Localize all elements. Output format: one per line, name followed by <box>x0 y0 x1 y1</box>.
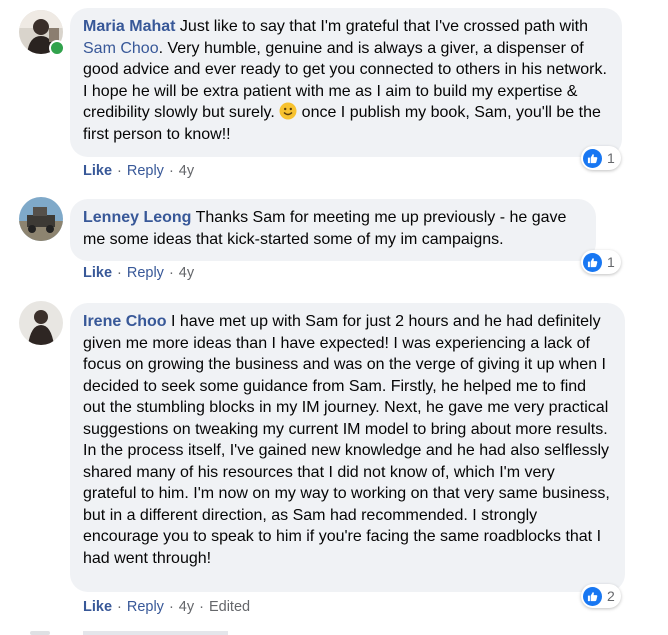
like-button[interactable]: Like <box>83 599 112 615</box>
next-comment-bubble-edge <box>83 631 228 635</box>
comment-actions: Like · Reply · 4y · Edited <box>83 599 250 615</box>
comment-author[interactable]: Maria Mahat <box>83 18 175 35</box>
reply-button[interactable]: Reply <box>127 265 164 281</box>
comment-bubble: Maria Mahat Just like to say that I'm gr… <box>70 8 622 157</box>
comment-author[interactable]: Lenney Leong <box>83 209 191 226</box>
timestamp[interactable]: 4y <box>179 599 194 615</box>
avatar[interactable] <box>19 301 63 345</box>
comment-author[interactable]: Irene Choo <box>83 313 167 330</box>
separator: · <box>168 265 174 281</box>
avatar[interactable] <box>19 197 63 241</box>
reply-button[interactable]: Reply <box>127 599 164 615</box>
comment-text: Just like to say that I'm grateful that … <box>179 18 588 35</box>
like-button[interactable]: Like <box>83 265 112 281</box>
separator: · <box>117 599 122 615</box>
smiley-emoji-icon <box>279 102 297 120</box>
reaction-count[interactable]: 2 <box>581 584 621 608</box>
edited-label[interactable]: Edited <box>209 599 250 615</box>
reply-button[interactable]: Reply <box>127 163 164 179</box>
separator: · <box>117 163 122 179</box>
comment-bubble: Irene Choo I have met up with Sam for ju… <box>70 303 625 592</box>
like-button[interactable]: Like <box>83 163 112 179</box>
separator: · <box>168 163 174 179</box>
online-status-indicator <box>49 40 65 56</box>
separator: · <box>168 599 174 615</box>
reaction-count-number: 1 <box>607 150 615 166</box>
comment-actions: Like · Reply · 4y <box>83 163 194 179</box>
reaction-count[interactable]: 1 <box>581 146 621 170</box>
next-comment-avatar-edge <box>30 631 50 635</box>
separator: · <box>199 599 204 615</box>
timestamp[interactable]: 4y <box>179 265 194 281</box>
reaction-count-number: 2 <box>607 588 615 604</box>
separator: · <box>117 265 122 281</box>
timestamp[interactable]: 4y <box>179 163 194 179</box>
like-reaction-icon <box>583 148 602 168</box>
like-reaction-icon <box>583 252 602 272</box>
comment-bubble: Lenney Leong Thanks Sam for meeting me u… <box>70 199 596 261</box>
reaction-count-number: 1 <box>607 254 615 270</box>
mention-link[interactable]: Sam Choo <box>83 40 159 57</box>
comment-text: I have met up with Sam for just 2 hours … <box>83 313 610 567</box>
comment-actions: Like · Reply · 4y <box>83 265 194 281</box>
like-reaction-icon <box>583 586 602 606</box>
reaction-count[interactable]: 1 <box>581 250 621 274</box>
